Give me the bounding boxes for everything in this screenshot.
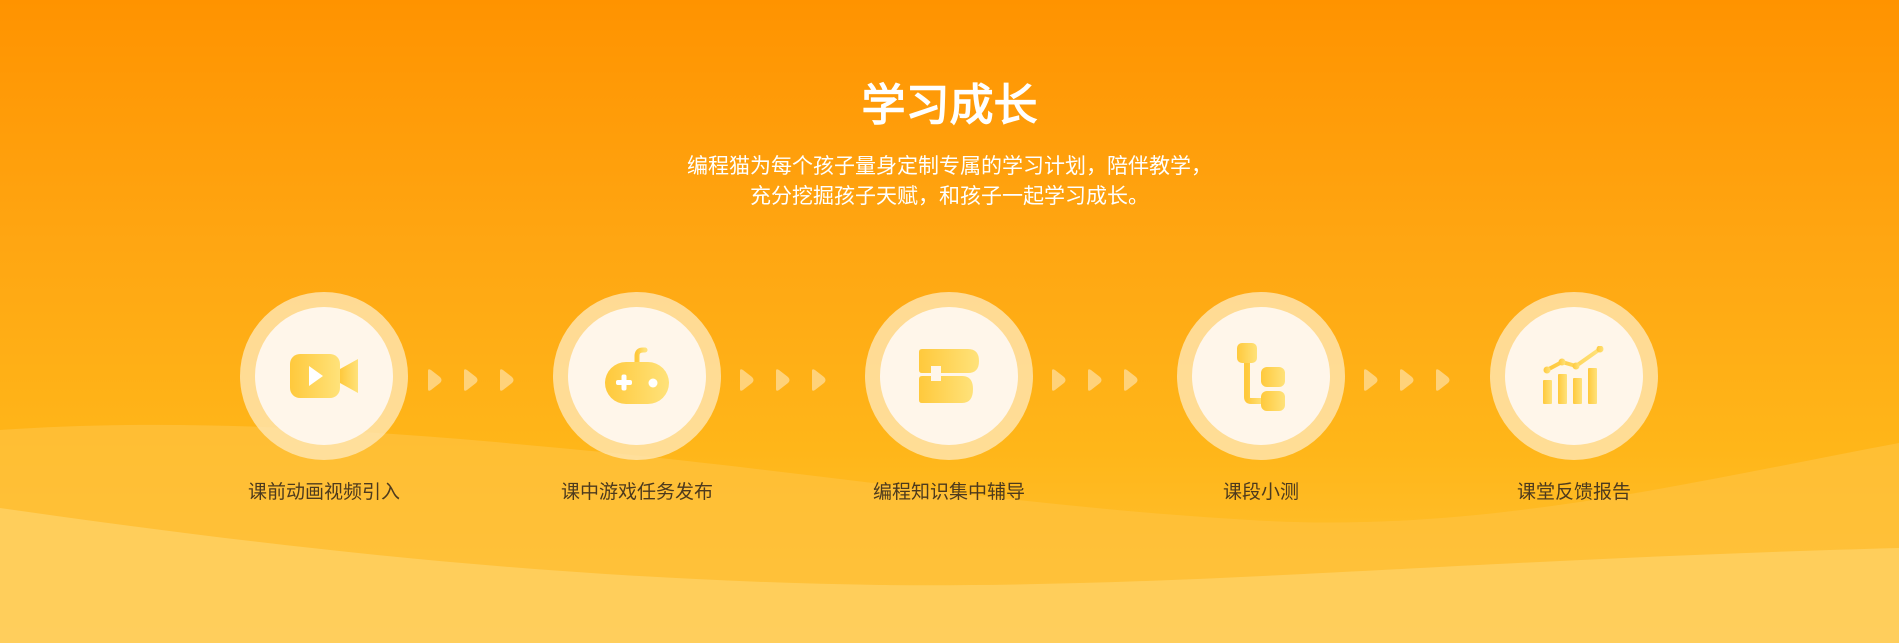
step-game-task: 课中游戏任务发布 xyxy=(517,292,757,505)
video-camera-icon xyxy=(290,354,358,398)
bar-chart-icon xyxy=(1543,346,1604,404)
step-icon-ring xyxy=(240,292,408,460)
step-label: 课中游戏任务发布 xyxy=(560,481,713,503)
code-blocks-icon xyxy=(919,349,979,403)
step-feedback-report: 课堂反馈报告 xyxy=(1454,292,1694,505)
step-label: 编程知识集中辅导 xyxy=(872,481,1025,503)
step-icon-circle xyxy=(568,307,706,445)
step-arrows-4 xyxy=(1364,369,1450,391)
step-video-intro: 课前动画视频引入 xyxy=(204,292,444,505)
step-label: 课段小测 xyxy=(1222,481,1299,503)
step-arrows-2 xyxy=(740,369,826,391)
step-arrows-3 xyxy=(1052,369,1138,391)
step-icon-circle xyxy=(255,307,393,445)
step-quiz: 课段小测 xyxy=(1141,292,1381,505)
step-icon-ring xyxy=(1490,292,1658,460)
step-label: 课堂反馈报告 xyxy=(1516,481,1631,503)
step-icon-circle xyxy=(1192,307,1330,445)
gamepad-icon xyxy=(605,347,669,404)
learning-steps: 课前动画视频引入 课中游戏任务发布 编程知识集中辅导 课段小测 课堂反馈报告 xyxy=(0,0,1899,643)
step-icon-ring xyxy=(865,292,1033,460)
step-icon-ring xyxy=(553,292,721,460)
flowchart-icon xyxy=(1237,343,1285,411)
step-icon-ring xyxy=(1177,292,1345,460)
step-icon-circle xyxy=(880,307,1018,445)
step-coding-tutoring: 编程知识集中辅导 xyxy=(829,292,1069,505)
step-icon-circle xyxy=(1505,307,1643,445)
step-label: 课前动画视频引入 xyxy=(247,481,400,503)
step-arrows-1 xyxy=(428,369,514,391)
